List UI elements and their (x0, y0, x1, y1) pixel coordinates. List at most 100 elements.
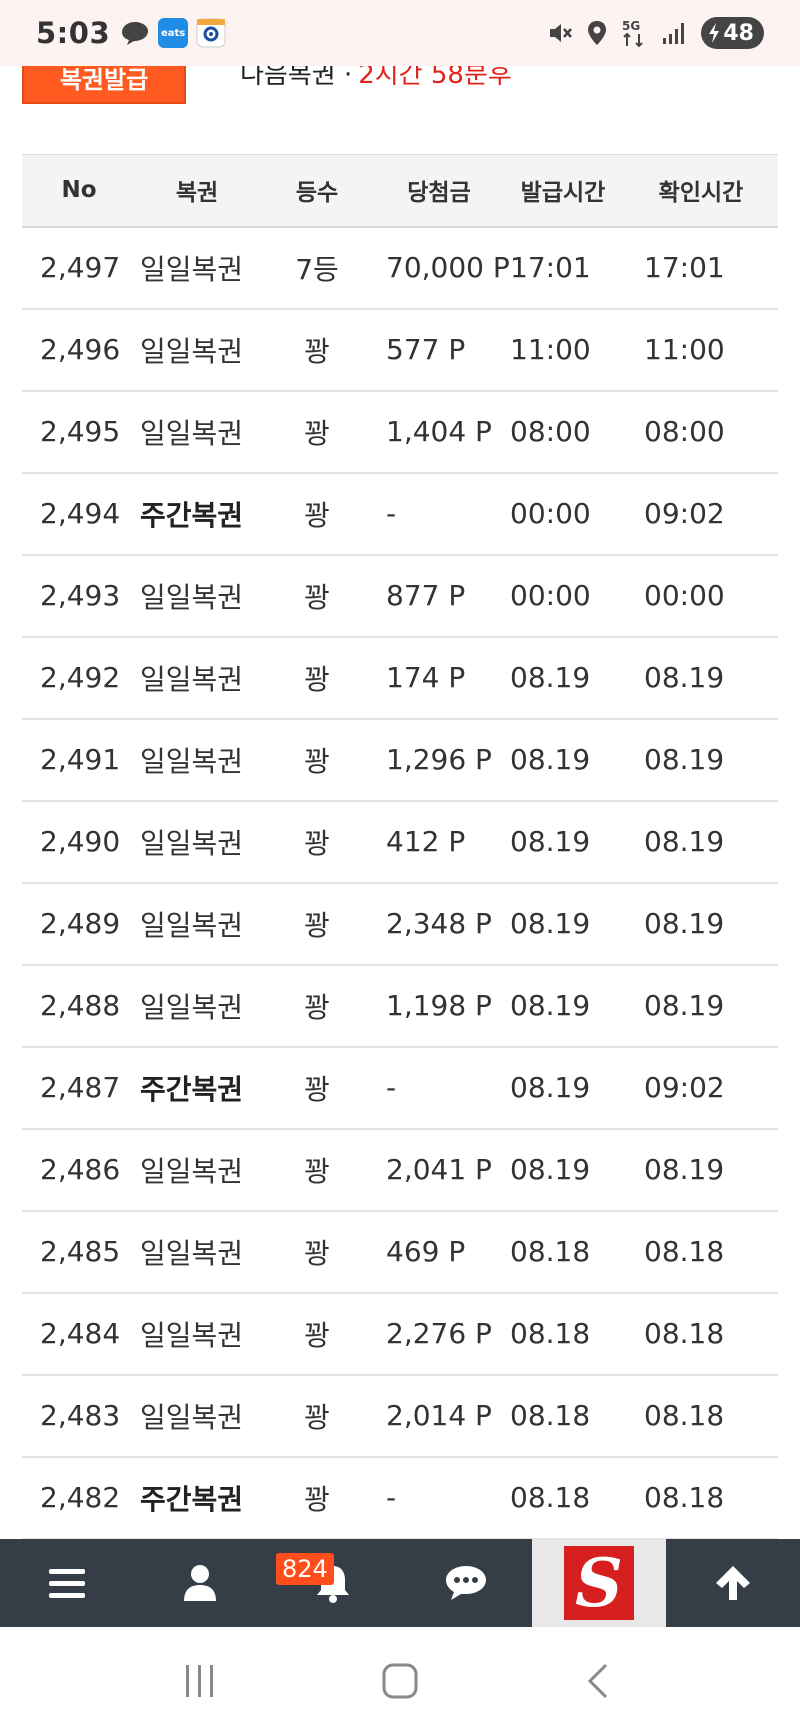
cell-rank: 꽝 (258, 882, 376, 966)
scroll-top-button[interactable] (666, 1539, 799, 1627)
notification-button[interactable]: 824 (266, 1539, 399, 1627)
status-left-icons: eats (120, 18, 226, 48)
cell-issued-time: 08.18 (502, 1456, 624, 1540)
recent-apps-button[interactable] (160, 1651, 240, 1711)
cell-no: 2,483 (22, 1374, 136, 1458)
cell-rank: 꽝 (258, 964, 376, 1048)
cell-no: 2,492 (22, 636, 136, 720)
cell-no: 2,495 (22, 390, 136, 474)
location-app-icon (196, 18, 226, 48)
header-no: No (22, 154, 136, 228)
table-row: 2,485 일일복권 꽝 469 P 08.18 08.18 (22, 1210, 778, 1294)
status-bar: 5:03 eats 5G 48 (0, 0, 800, 66)
cell-no: 2,491 (22, 718, 136, 802)
cell-checked-time: 11:00 (624, 308, 778, 392)
cell-checked-time: 17:01 (624, 226, 778, 310)
cell-issued-time: 08.19 (502, 800, 624, 884)
cell-prize: - (376, 472, 502, 556)
battery-level: 48 (723, 20, 754, 46)
cell-type: 일일복권 (136, 882, 258, 966)
cell-issued-time: 08.19 (502, 1046, 624, 1130)
cell-issued-time: 08.19 (502, 1128, 624, 1212)
table-row: 2,489 일일복권 꽝 2,348 P 08.19 08.19 (22, 882, 778, 966)
message-bubble-icon (120, 20, 150, 46)
cell-prize: 877 P (376, 554, 502, 638)
cell-checked-time: 08:00 (624, 390, 778, 474)
cell-issued-time: 17:01 (502, 226, 624, 310)
cell-type: 일일복권 (136, 308, 258, 392)
table-row: 2,495 일일복권 꽝 1,404 P 08:00 08:00 (22, 390, 778, 474)
user-icon (183, 1565, 216, 1601)
cell-rank: 꽝 (258, 1128, 376, 1212)
cell-type: 일일복권 (136, 1374, 258, 1458)
table-row: 2,482 주간복권 꽝 -08.18 08.18 (22, 1456, 778, 1540)
network-5g-icon: 5G (621, 18, 647, 48)
header-type: 복권 (136, 154, 258, 228)
table-row: 2,496 일일복권 꽝 577 P 11:00 11:00 (22, 308, 778, 392)
cell-no: 2,482 (22, 1456, 136, 1540)
bottom-nav: 824 S (0, 1539, 800, 1627)
cell-issued-time: 08.18 (502, 1210, 624, 1294)
cell-rank: 꽝 (258, 718, 376, 802)
cell-checked-time: 09:02 (624, 472, 778, 556)
menu-icon (48, 1569, 85, 1598)
back-button[interactable] (560, 1651, 640, 1711)
chat-icon (445, 1566, 486, 1600)
cell-rank: 꽝 (258, 636, 376, 720)
cell-no: 2,487 (22, 1046, 136, 1130)
cell-rank: 7등 (258, 226, 376, 310)
cell-prize: 70,000 P (376, 226, 510, 310)
cell-no: 2,494 (22, 472, 136, 556)
table-row: 2,492 일일복권 꽝 174 P 08.19 08.19 (22, 636, 778, 720)
menu-button[interactable] (0, 1539, 133, 1627)
cell-issued-time: 00:00 (502, 472, 624, 556)
table-row: 2,483 일일복권 꽝 2,014 P 08.18 08.18 (22, 1374, 778, 1458)
cell-issued-time: 08.19 (502, 718, 624, 802)
table-row: 2,494 주간복권 꽝 -00:00 09:02 (22, 472, 778, 556)
cell-checked-time: 09:02 (624, 1046, 778, 1130)
cell-rank: 꽝 (258, 390, 376, 474)
cell-rank: 꽝 (258, 472, 376, 556)
cell-prize: - (376, 1456, 502, 1540)
charging-bolt-icon (709, 23, 720, 43)
profile-button[interactable] (133, 1539, 266, 1627)
cell-issued-time: 08:00 (502, 390, 624, 474)
battery-indicator: 48 (701, 17, 764, 49)
cell-prize: 2,014 P (376, 1374, 502, 1458)
chat-button[interactable] (399, 1539, 532, 1627)
cell-type: 일일복권 (136, 636, 258, 720)
table-row: 2,486 일일복권 꽝 2,041 P 08.19 08.19 (22, 1128, 778, 1212)
cell-checked-time: 08.19 (624, 718, 778, 802)
cell-no: 2,484 (22, 1292, 136, 1376)
cell-prize: - (376, 1046, 502, 1130)
lottery-history-table: No 복권 등수 당첨금 발급시간 확인시간 2,497 일일복권 7등 70,000… (22, 154, 778, 1540)
recent-apps-icon (186, 1664, 213, 1697)
cell-type: 주간복권 (136, 472, 258, 556)
cell-issued-time: 08.18 (502, 1292, 624, 1376)
status-time: 5:03 (36, 16, 111, 50)
cell-checked-time: 08.18 (624, 1292, 778, 1376)
cell-prize: 1,198 P (376, 964, 502, 1048)
table-row: 2,497 일일복권 7등 70,000 P 17:01 17:01 (22, 226, 778, 310)
cell-type: 일일복권 (136, 1210, 258, 1294)
cell-type: 일일복권 (136, 1292, 258, 1376)
back-icon (587, 1663, 608, 1698)
cell-checked-time: 08.18 (624, 1210, 778, 1294)
cell-prize: 2,041 P (376, 1128, 502, 1212)
header-prize: 당첨금 (376, 154, 502, 228)
svg-text:5G: 5G (622, 19, 640, 33)
home-button[interactable] (360, 1651, 440, 1711)
cell-prize: 174 P (376, 636, 502, 720)
cell-checked-time: 08.19 (624, 800, 778, 884)
cell-type: 일일복권 (136, 1128, 258, 1212)
cell-checked-time: 00:00 (624, 554, 778, 638)
cell-prize: 412 P (376, 800, 502, 884)
cell-prize: 2,348 P (376, 882, 502, 966)
site-logo-button[interactable]: S (532, 1539, 666, 1627)
table-row: 2,493 일일복권 꽝 877 P 00:00 00:00 (22, 554, 778, 638)
cell-rank: 꽝 (258, 1292, 376, 1376)
header-issued-time: 발급시간 (502, 154, 624, 228)
cell-no: 2,489 (22, 882, 136, 966)
cell-prize: 2,276 P (376, 1292, 502, 1376)
cell-no: 2,485 (22, 1210, 136, 1294)
